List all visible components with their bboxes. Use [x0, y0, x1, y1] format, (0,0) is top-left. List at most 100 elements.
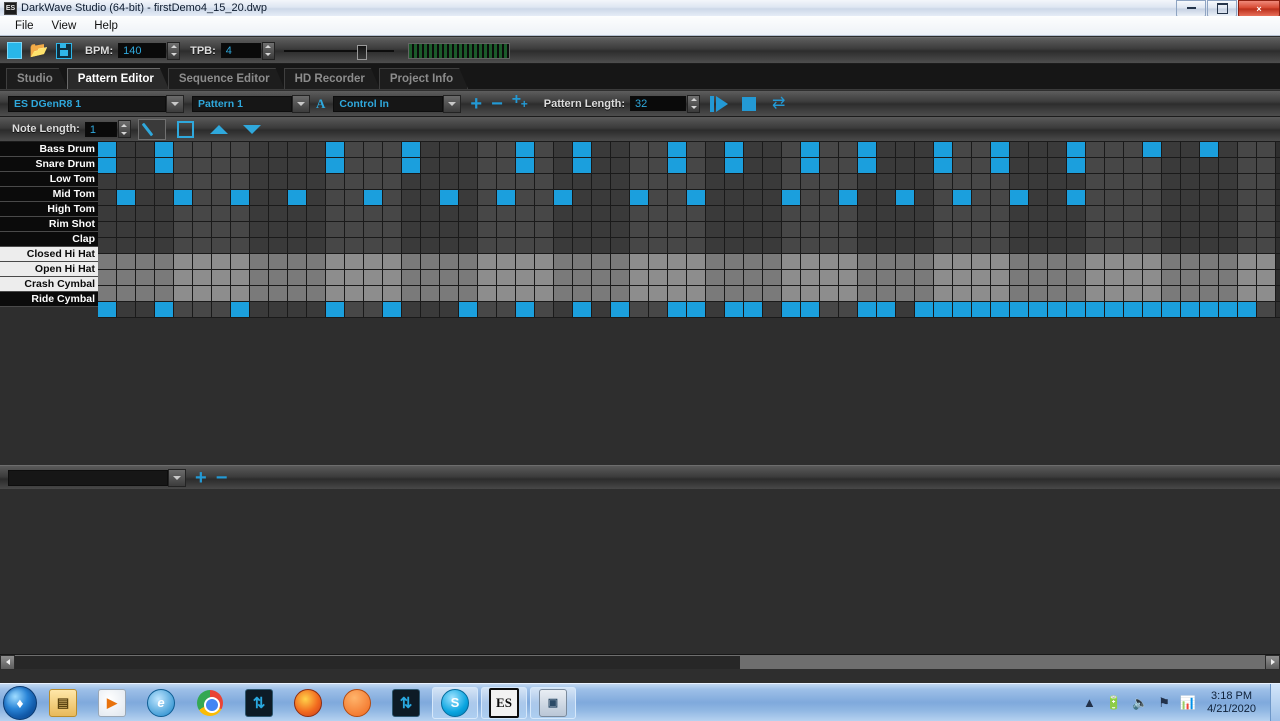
- grid-cell[interactable]: [1010, 254, 1029, 269]
- grid-cell[interactable]: [1143, 254, 1162, 269]
- action-center-icon[interactable]: 📊: [1180, 695, 1196, 711]
- grid-cell[interactable]: [592, 206, 611, 221]
- grid-cell[interactable]: [1181, 254, 1200, 269]
- grid-cell[interactable]: [516, 254, 535, 269]
- track-label[interactable]: Clap: [0, 232, 98, 247]
- grid-cell[interactable]: [1029, 286, 1048, 301]
- grid-cell[interactable]: [744, 158, 763, 173]
- grid-cell[interactable]: [877, 238, 896, 253]
- grid-cell[interactable]: [991, 222, 1010, 237]
- grid-cell[interactable]: [649, 222, 668, 237]
- grid-cell[interactable]: [1181, 142, 1200, 157]
- track-label[interactable]: Rim Shot: [0, 217, 98, 232]
- grid-cell[interactable]: [345, 270, 364, 285]
- grid-cell[interactable]: [326, 222, 345, 237]
- track-label[interactable]: Open Hi Hat: [0, 262, 98, 277]
- grid-cell[interactable]: [1162, 222, 1181, 237]
- grid-cell[interactable]: [763, 238, 782, 253]
- grid-cell[interactable]: [858, 270, 877, 285]
- automation-selector[interactable]: [8, 470, 186, 486]
- grid-cell[interactable]: [174, 222, 193, 237]
- grid-cell[interactable]: [421, 254, 440, 269]
- grid-cell[interactable]: [1238, 222, 1257, 237]
- note-length-stepper[interactable]: [118, 120, 131, 138]
- grid-cell[interactable]: [592, 158, 611, 173]
- grid-cell[interactable]: [649, 254, 668, 269]
- grid-cell[interactable]: [117, 190, 136, 205]
- grid-cell[interactable]: [611, 254, 630, 269]
- grid-cell[interactable]: [934, 238, 953, 253]
- grid-cell[interactable]: [630, 158, 649, 173]
- grid-cell[interactable]: [326, 286, 345, 301]
- grid-cell[interactable]: [858, 222, 877, 237]
- grid-cell[interactable]: [383, 302, 402, 317]
- grid-cell[interactable]: [402, 190, 421, 205]
- grid-cell[interactable]: [953, 158, 972, 173]
- grid-cell[interactable]: [345, 238, 364, 253]
- taskbar-button-darkwave-studio[interactable]: ES: [481, 687, 527, 719]
- grid-cell[interactable]: [1200, 174, 1219, 189]
- grid-row[interactable]: [98, 286, 1280, 302]
- grid-cell[interactable]: [554, 222, 573, 237]
- grid-cell[interactable]: [155, 270, 174, 285]
- grid-cell[interactable]: [744, 238, 763, 253]
- grid-cell[interactable]: [516, 286, 535, 301]
- clock[interactable]: 3:18 PM 4/21/2020: [1207, 690, 1264, 716]
- pattern-value[interactable]: Pattern 1: [192, 96, 292, 112]
- grid-cell[interactable]: [1029, 190, 1048, 205]
- tab-pattern-editor[interactable]: Pattern Editor: [67, 68, 169, 89]
- tpb-stepper[interactable]: [262, 42, 275, 60]
- grid-cell[interactable]: [820, 238, 839, 253]
- grid-cell[interactable]: [1219, 222, 1238, 237]
- grid-cell[interactable]: [1162, 286, 1181, 301]
- grid-cell[interactable]: [307, 302, 326, 317]
- grid-cell[interactable]: [1086, 302, 1105, 317]
- grid-cell[interactable]: [725, 270, 744, 285]
- grid-cell[interactable]: [174, 142, 193, 157]
- tpb-input[interactable]: 4: [221, 43, 261, 58]
- grid-cell[interactable]: [1048, 270, 1067, 285]
- grid-cell[interactable]: [1162, 238, 1181, 253]
- grid-cell[interactable]: [573, 174, 592, 189]
- grid-cell[interactable]: [1124, 286, 1143, 301]
- grid-cell[interactable]: [231, 174, 250, 189]
- grid-cell[interactable]: [839, 206, 858, 221]
- grid-cell[interactable]: [155, 206, 174, 221]
- volume-icon[interactable]: 🔈: [1132, 695, 1148, 711]
- grid-cell[interactable]: [535, 222, 554, 237]
- grid-cell[interactable]: [668, 238, 687, 253]
- grid-cell[interactable]: [535, 270, 554, 285]
- track-label[interactable]: Closed Hi Hat: [0, 247, 98, 262]
- grid-cell[interactable]: [516, 190, 535, 205]
- grid-cell[interactable]: [1029, 270, 1048, 285]
- grid-cell[interactable]: [782, 174, 801, 189]
- grid-cell[interactable]: [421, 302, 440, 317]
- grid-cell[interactable]: [877, 286, 896, 301]
- grid-cell[interactable]: [269, 286, 288, 301]
- taskbar-button-windows-explorer[interactable]: ▤: [40, 687, 86, 719]
- grid-cell[interactable]: [763, 190, 782, 205]
- grid-cell[interactable]: [1029, 142, 1048, 157]
- grid-cell[interactable]: [611, 142, 630, 157]
- grid-cell[interactable]: [915, 286, 934, 301]
- grid-cell[interactable]: [421, 206, 440, 221]
- grid-cell[interactable]: [801, 206, 820, 221]
- grid-cell[interactable]: [193, 174, 212, 189]
- select-tool-button[interactable]: [173, 120, 199, 139]
- grid-cell[interactable]: [1200, 270, 1219, 285]
- grid-cell[interactable]: [535, 238, 554, 253]
- grid-cell[interactable]: [1181, 190, 1200, 205]
- grid-cell[interactable]: [706, 270, 725, 285]
- grid-cell[interactable]: [573, 142, 592, 157]
- grid-cell[interactable]: [136, 158, 155, 173]
- grid-cell[interactable]: [497, 158, 516, 173]
- grid-cell[interactable]: [763, 206, 782, 221]
- grid-cell[interactable]: [383, 190, 402, 205]
- grid-cell[interactable]: [611, 302, 630, 317]
- grid-cell[interactable]: [155, 286, 174, 301]
- grid-cell[interactable]: [136, 222, 155, 237]
- grid-cell[interactable]: [801, 190, 820, 205]
- grid-cell[interactable]: [1010, 238, 1029, 253]
- master-volume-slider[interactable]: [284, 43, 394, 59]
- bpm-input[interactable]: 140: [118, 43, 166, 58]
